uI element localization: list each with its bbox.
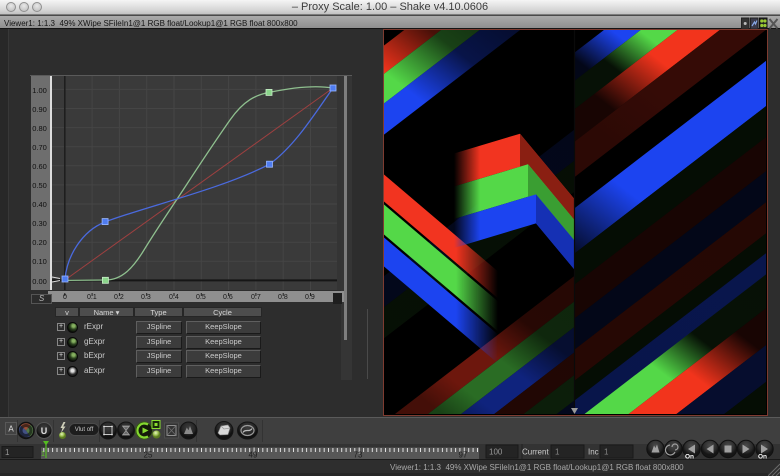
svg-text:Inc: Inc (588, 448, 599, 457)
svg-text:1: 1 (41, 451, 45, 458)
svg-text:1: 1 (604, 448, 609, 457)
svg-text:U: U (41, 426, 48, 436)
svg-text:100: 100 (489, 448, 503, 457)
svg-text:73: 73 (354, 451, 363, 460)
svg-text:Vlut off: Vlut off (75, 427, 94, 433)
svg-text:Current: Current (522, 448, 549, 457)
svg-text:49: 49 (249, 451, 258, 460)
svg-text:97: 97 (459, 451, 468, 460)
svg-text:25: 25 (144, 451, 153, 460)
svg-text:A: A (8, 425, 14, 434)
svg-text:1: 1 (5, 448, 10, 457)
svg-text:1: 1 (555, 448, 560, 457)
